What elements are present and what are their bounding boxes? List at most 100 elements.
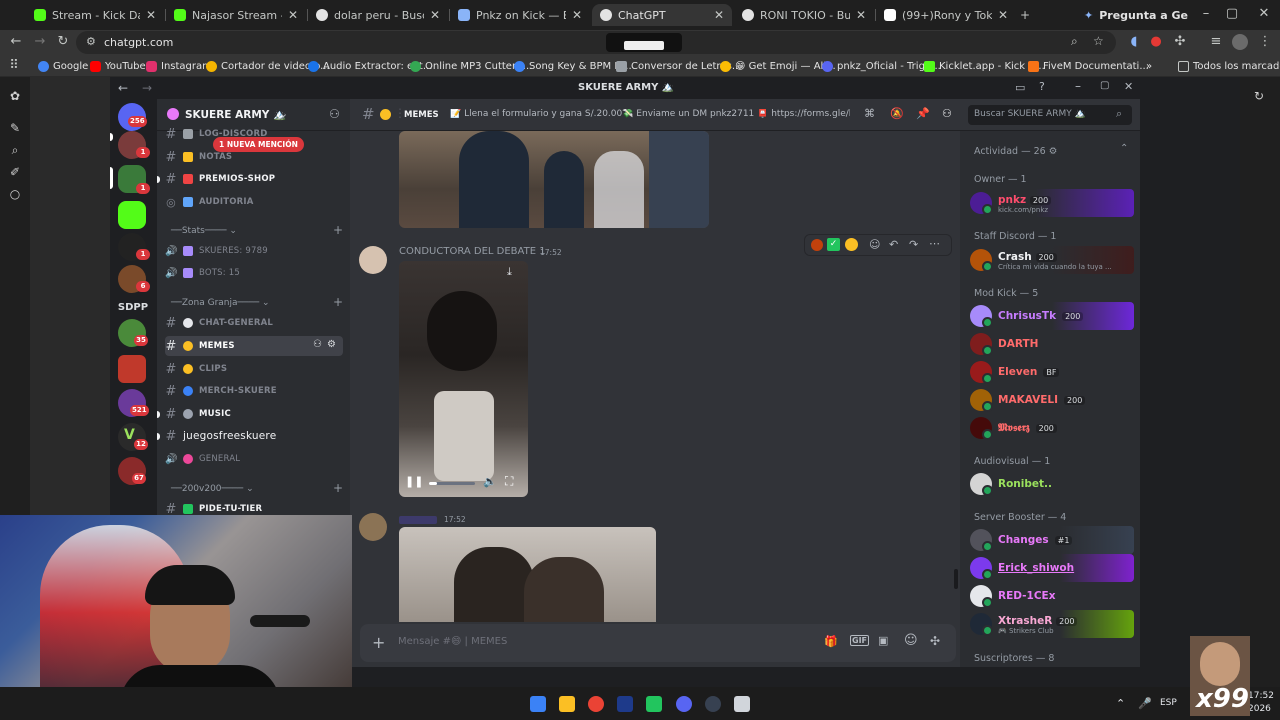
bookmark-emoji[interactable]: 😁 Get Emoji — All... [720,58,836,74]
channel-notas[interactable]: # NOTAS [165,147,343,167]
maximize-icon[interactable]: ▢ [1100,80,1109,91]
bookmark-youtube[interactable]: YouTube [90,58,146,74]
close-icon[interactable]: ✕ [856,8,866,22]
close-icon[interactable]: ✕ [572,8,582,22]
avatar[interactable] [359,246,387,274]
meme-image-group-photo[interactable] [399,131,709,228]
all-bookmarks[interactable]: Todos los marcadores [1178,58,1280,74]
more-bookmarks-icon[interactable]: » [1146,58,1152,74]
scrollbar-thumb[interactable] [954,569,958,589]
restore-icon[interactable]: ▢ [1224,6,1240,22]
attach-plus-icon[interactable]: + [372,633,385,652]
apps-icon[interactable]: ✣ [930,634,940,648]
close-icon[interactable]: ✕ [146,8,156,22]
app-icon[interactable] [734,696,750,712]
member-item[interactable]: ChrisusTk 200 [970,302,1134,330]
reload-icon[interactable]: ↻ [55,34,71,50]
chevron-up-icon[interactable]: ⌃ [1116,697,1125,710]
server-sdpp-label[interactable]: SDPP [116,302,150,314]
minimize-icon[interactable]: – [1198,6,1214,22]
channel-memes[interactable]: # MEMES ⚇ ⚙ [165,336,343,356]
gear-icon[interactable]: ⚙ [327,339,336,350]
chrome-icon[interactable] [588,696,604,712]
check-reaction-icon[interactable]: ✓ [827,238,840,251]
bookmark-kicklet[interactable]: Kicklet.app - Kick C... [924,58,1045,74]
menu-icon[interactable]: ⋮ [1257,34,1273,50]
member-item[interactable]: 𝕸𝖛𝖘𝖊𝖗𝖟 200 [970,414,1134,442]
category-200v200[interactable]: ──200v200──── ⌄ [171,484,254,494]
extension-icon[interactable]: ● [1148,34,1164,50]
meme-image-two-people[interactable] [399,527,656,622]
file-explorer-icon[interactable] [559,696,575,712]
add-channel-icon[interactable]: + [333,481,343,495]
emoji-icon[interactable]: ☺ [904,633,918,648]
close-icon[interactable]: ✕ [1124,80,1133,93]
chat-bubble-icon[interactable]: ○ [8,187,22,201]
extension-icon[interactable]: ◖ [1126,34,1142,50]
reaction-avatar-icon[interactable] [811,239,823,251]
channel-clips[interactable]: # CLIPS [165,359,343,379]
redacted-author-name[interactable] [399,516,437,524]
member-item[interactable]: RED-1CEx [970,582,1134,610]
laugh-reaction-icon[interactable] [845,238,858,251]
message-author[interactable]: CONDUCTORA DEL DEBATE 1 [399,246,546,257]
bookmark-fivem[interactable]: FiveM Documentati... [1028,58,1149,74]
more-icon[interactable]: ⋯ [929,237,940,250]
channel-juegosfreeskuere[interactable]: # juegosfreeskuere [165,426,343,446]
obs-icon[interactable] [705,696,721,712]
member-item[interactable]: MAKAVELI 200 [970,386,1134,414]
zoom-icon[interactable]: ⌕ [1071,34,1078,49]
tab-roni-tokio[interactable]: RONI TOKIO - Buscar con ✕ [734,4,874,26]
tab-chatgpt[interactable]: ChatGPT ✕ [592,4,732,26]
close-window-icon[interactable]: ✕ [1256,6,1272,22]
channel-auditoria[interactable]: ◎ AUDITORIA [165,192,343,212]
back-icon[interactable]: ← [118,81,128,95]
gemini-button[interactable]: ✦ Pregunta a Gemini [1076,4,1188,26]
gif-icon[interactable]: GIF [850,635,870,646]
volume-icon[interactable]: 🔈 [483,475,497,488]
whatsapp-icon[interactable] [646,696,662,712]
add-reaction-icon[interactable]: ☺ [869,238,880,251]
new-chat-icon[interactable]: ✎ [8,121,22,135]
clock-time[interactable]: 17:52 [1248,691,1274,701]
close-icon[interactable]: ✕ [288,8,298,22]
search-input[interactable]: Buscar SKUERE ARMY 🏔️ ⌕ [968,105,1132,125]
sticker-icon[interactable]: ▣ [878,634,888,647]
gift-icon[interactable]: 🎁 [824,635,838,648]
video-player[interactable]: ⤓ ❚❚ 🔈 ⛶ [399,261,528,497]
channel-bots[interactable]: 🔊 BOTS: 15 [165,263,343,283]
site-info-icon[interactable]: ⚙ [86,35,96,48]
invite-icon[interactable]: ⚇ [313,339,322,350]
server-icon[interactable] [118,355,146,383]
threads-icon[interactable]: ⌘ [864,107,875,120]
tab-pnkz-kick[interactable]: Pnkz on Kick — Engageme ✕ [450,4,590,26]
minimize-icon[interactable]: – [1075,79,1081,93]
channel-merch-skuere[interactable]: # MERCH-SKUERE [165,381,343,401]
download-icon[interactable]: ⤓ [507,265,512,279]
kick-server-icon[interactable] [118,201,146,229]
chevron-up-icon[interactable]: ⌃ [1120,143,1128,154]
discord-icon[interactable] [676,696,692,712]
chatgpt-logo-icon[interactable]: ✿ [8,89,22,103]
member-item[interactable]: pnkz 200 kick.com/pnkz [970,189,1134,217]
search-icon[interactable]: ⌕ [8,143,22,157]
member-item[interactable]: XtrasheR 200 🎮 Strikers Club [970,610,1134,638]
tab-kick-dashboard[interactable]: Stream - Kick Dashboard ✕ [26,4,164,26]
new-tab-button[interactable]: + [1016,4,1038,26]
tab-dolar-peru[interactable]: dolar peru - Buscar con Go ✕ [308,4,448,26]
member-item[interactable]: Ronibet.. [970,470,1134,498]
bookmark-song-key[interactable]: Song Key & BPM Fi... [514,58,632,74]
inbox-icon[interactable]: ▭ [1015,81,1025,94]
member-item[interactable]: Crash 200 Crítica mi vida cuando la tuya … [970,246,1134,274]
tab-najasor[interactable]: Najasor Stream - Watch Li ✕ [166,4,306,26]
forward-icon[interactable]: ↷ [909,238,918,251]
channel-music[interactable]: # MUSIC [165,404,343,424]
clock-date[interactable]: 2026 [1248,704,1271,714]
profile-avatar[interactable] [1232,34,1248,50]
member-list-icon[interactable]: ⚇ [942,107,952,120]
bookmark-google[interactable]: Google [38,58,88,74]
steam-icon[interactable] [617,696,633,712]
close-icon[interactable]: ✕ [998,8,1008,22]
windows-start-icon[interactable] [530,696,546,712]
member-item[interactable]: Eleven BF [970,358,1134,386]
